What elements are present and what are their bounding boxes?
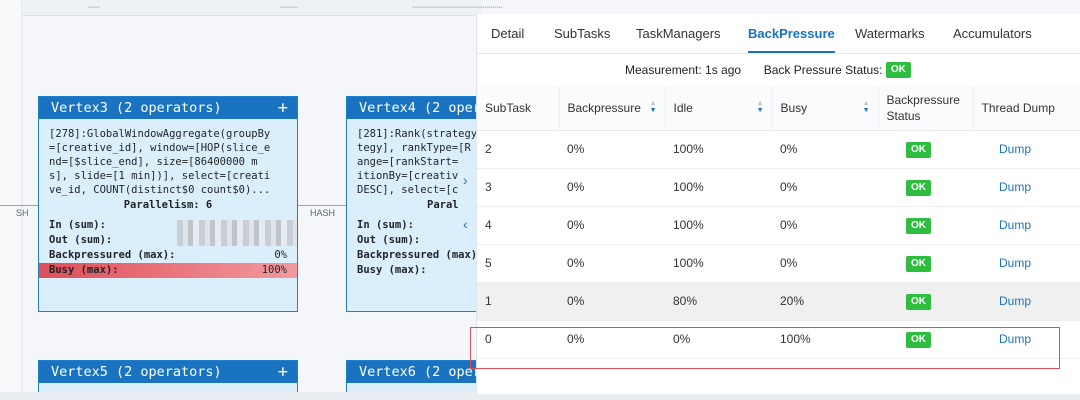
subtask-cell: 1 [477,282,559,321]
idle-cell: 100% [665,168,772,207]
status-cell: OK [878,206,973,245]
dump-cell: Dump [973,130,1080,169]
operator-line: nd=[$slice_end], size=[86400000 m [49,156,258,168]
sort-icon[interactable]: ▲ ▼ [757,100,764,114]
measurement-label: Measurement: 1s ago [625,63,742,77]
edge-label-hash: HASH [310,208,336,218]
backpressure-cell: 0% [559,130,665,169]
dump-cell: Dump [973,282,1080,321]
dump-link[interactable]: Dump [999,294,1031,308]
subtask-cell: 2 [477,130,559,169]
status-ok-badge: OK [906,293,931,310]
col-backpressure-status[interactable]: Backpressure Status [878,86,974,131]
subtask-cell: 5 [477,244,559,283]
idle-cell: 100% [665,206,772,245]
vertex-3-title: Vertex3 (2 operators) [51,100,222,116]
backpressure-cell: 0% [559,244,665,283]
table-row: 5 0% 100% 0% OK Dump [477,244,1080,283]
left-gutter [0,0,22,400]
top-detail-strip: …… ……… ……………………………………… [22,0,502,16]
tab-taskmanagers[interactable]: TaskManagers [636,26,721,41]
col-idle[interactable]: Idle ▲ ▼ [665,86,773,131]
backpressure-cell: 0% [559,206,665,245]
col-busy[interactable]: Busy ▲ ▼ [772,86,879,131]
expand-plus-icon[interactable]: + [278,97,288,119]
top-strip-text: ……… [280,0,299,11]
busy-cell: 0% [772,168,878,207]
busy-cell: 0% [772,206,878,245]
status-ok-badge: OK [906,217,931,234]
tab-subtasks[interactable]: SubTasks [554,26,610,41]
idle-cell: 100% [665,244,772,283]
edge-in [0,205,38,206]
busy-cell: 20% [772,282,878,321]
dump-link[interactable]: Dump [999,218,1031,232]
metric-out-sum: Out (sum): [49,234,113,246]
subtask-cell: 4 [477,206,559,245]
col-backpressure[interactable]: Backpressure ▲ ▼ [559,86,666,131]
dump-cell: Dump [973,168,1080,207]
tab-accumulators[interactable]: Accumulators [953,26,1032,41]
status-ok-badge: OK [906,255,931,272]
tab-detail[interactable]: Detail [491,26,524,41]
chevron-right-icon[interactable]: › [463,172,468,188]
status-label: Back Pressure Status: [763,63,883,77]
idle-cell: 100% [665,130,772,169]
dump-link[interactable]: Dump [999,180,1031,194]
table-row: 2 0% 100% 0% OK Dump [477,130,1080,169]
backpressure-cell: 0% [559,282,665,321]
table-row: 3 0% 100% 0% OK Dump [477,168,1080,207]
expand-plus-icon[interactable]: + [278,361,288,383]
vertex-5-header: Vertex5 (2 operators) + [39,361,297,383]
table-row: 4 0% 100% 0% OK Dump [477,206,1080,245]
parallelism-label: Parallelism: 6 [123,199,213,211]
status-cell: OK [878,130,973,169]
operator-line: s], slide=[1 min])], select=[creati [49,170,271,182]
col-subtask[interactable]: SubTask [477,86,560,131]
operator-line: ve_id, COUNT(distinct$0 count$0)... [49,184,271,196]
idle-cell: 80% [665,282,772,321]
top-strip-text: …… [88,0,101,11]
sort-icon[interactable]: ▲ ▼ [863,100,870,114]
edge-label-left: SH [16,208,29,218]
top-strip-text: ……………………………………… [412,0,503,11]
sort-icon[interactable]: ▲ ▼ [650,100,657,114]
vertex-5-title: Vertex5 (2 operators) [51,364,222,380]
dump-cell: Dump [973,244,1080,283]
operator-line: [278]:GlobalWindowAggregate(groupBy [49,128,271,140]
table-row: 1 0% 80% 20% OK Dump [477,282,1080,321]
edge-vertex3-vertex4 [298,205,346,206]
status-ok-badge: OK [885,62,911,78]
vertex-3-header: Vertex3 (2 operators) + [39,97,297,119]
backpressure-table: SubTask Backpressure ▲ ▼ Idle ▲ ▼ Busy ▲ ▼ Bac… [477,86,1080,359]
dump-link[interactable]: Dump [999,142,1031,156]
status-cell: OK [878,168,973,207]
backpressure-cell: 0% [559,168,665,207]
metrics-block: In (sum): Out (sum): Backpressured (max)… [39,218,297,278]
table-header-row: SubTask Backpressure ▲ ▼ Idle ▲ ▼ Busy ▲ ▼ Bac… [477,86,1080,131]
metric-backpressured-max: Backpressured (max): 0% [49,249,287,261]
tab-backpressure[interactable]: BackPressure [748,26,835,53]
detail-tabs: Detail SubTasks TaskManagers BackPressur… [477,14,1080,54]
subtask-cell: 3 [477,168,559,207]
busy-cell: 0% [772,244,878,283]
col-thread-dump[interactable]: Thread Dump [973,86,1080,131]
dump-cell: Dump [973,206,1080,245]
status-ok-badge: OK [906,141,931,158]
measurement-bar: Measurement: 1s ago Back Pressure Status… [625,62,911,78]
status-cell: OK [878,282,973,321]
operator-line: =[creative_id], window=[HOP(slice_e [49,142,271,154]
vertex-3-node[interactable]: Vertex3 (2 operators) + [278]:GlobalWind… [38,96,298,312]
vertex-3-body: [278]:GlobalWindowAggregate(groupBy =[cr… [39,119,297,278]
highlight-box-subtask-0 [470,327,1060,369]
metric-busy-max: Busy (max): 100% [39,263,297,278]
busy-cell: 0% [772,130,878,169]
status-ok-badge: OK [906,179,931,196]
status-cell: OK [878,244,973,283]
tab-watermarks[interactable]: Watermarks [855,26,925,41]
metric-in-sum: In (sum): [49,219,106,231]
dump-link[interactable]: Dump [999,256,1031,270]
chevron-left-icon[interactable]: ‹ [463,216,468,232]
